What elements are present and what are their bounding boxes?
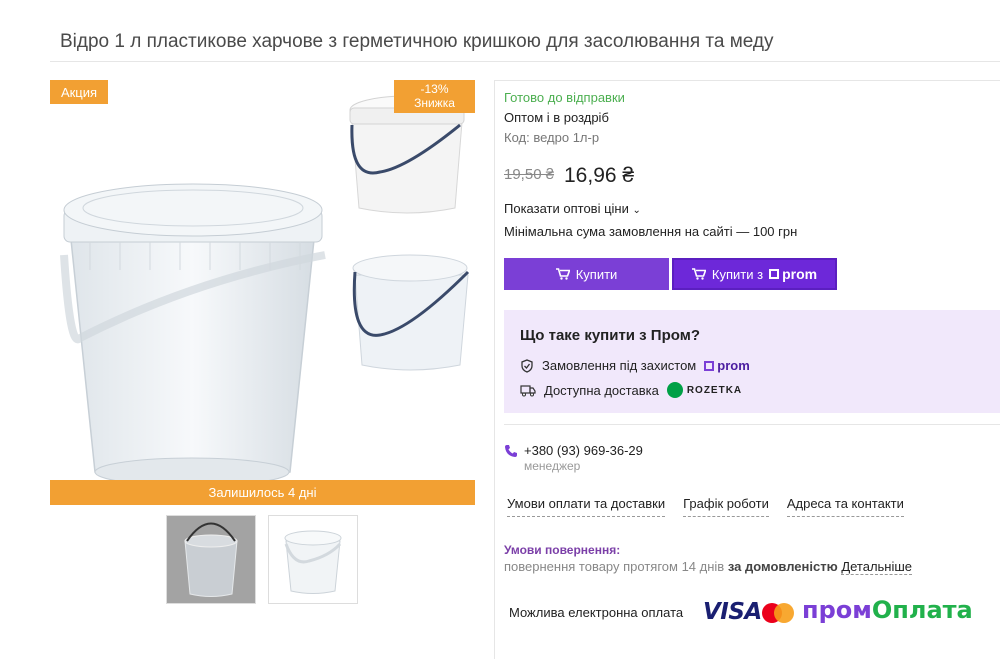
address-contacts-link[interactable]: Адреса та контакти xyxy=(786,496,904,517)
current-price: 16,96 ₴ xyxy=(564,164,635,187)
remaining-days-banner: Залишилось 4 дні xyxy=(50,480,475,505)
product-code: Код: ведро 1л-р xyxy=(504,130,600,145)
thumbnail-2[interactable] xyxy=(268,515,358,604)
info-links: Умови оплати та доставки Графік роботи А… xyxy=(507,496,904,517)
product-main-image[interactable] xyxy=(50,80,475,505)
title-divider xyxy=(50,61,1000,62)
cart-icon xyxy=(691,268,706,280)
delivery-row: Доступна доставка ROZETKA xyxy=(520,382,742,398)
thumbnail-image xyxy=(167,516,255,603)
buy-button[interactable]: Купити xyxy=(504,258,669,290)
return-policy-terms: за домовленістю xyxy=(727,559,838,574)
protection-text: Замовлення під захистом xyxy=(542,358,697,373)
visa-logo: VISA xyxy=(703,599,762,625)
buy-label: Купити xyxy=(575,266,618,282)
prom-logo: prom xyxy=(769,266,817,282)
phone-contact[interactable]: +380 (93) 969-36-29 xyxy=(504,443,643,458)
payment-label: Можлива електронна оплата xyxy=(509,605,684,620)
return-policy-title: Умови повернення: xyxy=(504,543,621,557)
thumbnail-image xyxy=(284,530,342,594)
return-policy-desc: повернення товару протягом 14 днів xyxy=(504,559,725,574)
phone-number: +380 (93) 969-36-29 xyxy=(524,443,643,458)
contact-role: менеджер xyxy=(524,459,581,473)
thumbnail-1[interactable] xyxy=(166,515,256,604)
mastercard-logo xyxy=(762,603,794,623)
schedule-link[interactable]: Графік роботи xyxy=(683,496,769,517)
truck-icon xyxy=(520,384,536,396)
delivery-text: Доступна доставка xyxy=(544,382,659,398)
protection-row: Замовлення під захистом prom xyxy=(520,358,750,373)
discount-label: Знижка xyxy=(414,96,455,110)
buy-with-prom-label: Купити з xyxy=(711,266,764,282)
phone-icon xyxy=(505,444,517,457)
chevron-down-icon: ⌄ xyxy=(632,205,641,216)
availability-status: Готово до відправки xyxy=(504,90,625,105)
cart-icon xyxy=(555,268,570,280)
discount-percent: -13% xyxy=(420,82,449,96)
prom-logo: prom xyxy=(704,358,750,373)
rozetka-logo: ROZETKA xyxy=(666,382,742,398)
bucket-illustration xyxy=(60,95,470,487)
payment-delivery-link[interactable]: Умови оплати та доставки xyxy=(507,496,666,517)
page-title: Відро 1 л пластикове харчове з герметичн… xyxy=(60,31,774,52)
show-wholesale-prices-link[interactable]: Показати оптові ціни ⌄ xyxy=(504,201,641,216)
return-policy-text: повернення товару протягом 14 днів за до… xyxy=(504,559,913,575)
prom-info-box: Що таке купити з Пром? Замовлення під за… xyxy=(504,310,1000,413)
promoplata-logo: промОплата xyxy=(802,596,973,624)
discount-badge: -13% Знижка xyxy=(394,80,475,113)
return-details-link[interactable]: Детальніше xyxy=(841,559,913,575)
old-price: 19,50 ₴ xyxy=(504,166,555,183)
shield-icon xyxy=(521,358,533,373)
min-order-notice: Мінімальна сума замовлення на сайті — 10… xyxy=(504,224,798,239)
divider xyxy=(504,424,1000,425)
show-wholesale-label: Показати оптові ціни xyxy=(504,201,629,216)
sale-type: Оптом і в роздріб xyxy=(504,110,609,125)
buy-with-prom-button[interactable]: Купити з prom xyxy=(672,258,837,290)
sale-badge: Акция xyxy=(50,80,108,104)
prom-info-title: Що таке купити з Пром? xyxy=(520,327,700,344)
